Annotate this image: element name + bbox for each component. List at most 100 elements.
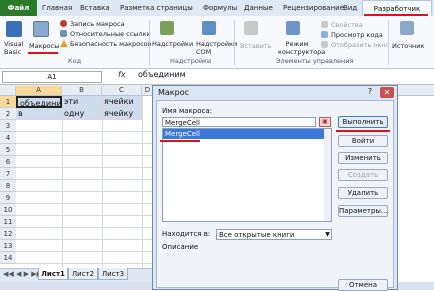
row-header[interactable]: 13 [0, 240, 16, 252]
addins-icon [160, 21, 174, 35]
insert-control-icon [244, 21, 258, 35]
source-icon [400, 21, 414, 35]
grid-row [16, 252, 152, 264]
macro-name-label: Имя макроса: [162, 107, 212, 115]
grid-row [16, 144, 152, 156]
list-scrollbar[interactable] [324, 129, 331, 221]
insert-control-button[interactable]: Вставить [240, 42, 271, 50]
row-header[interactable]: 11 [0, 216, 16, 228]
options-button[interactable]: Параметры... [338, 205, 388, 217]
row-header[interactable]: 9 [0, 192, 16, 204]
controls-group-label: Элементы управления [276, 57, 354, 65]
select-all-corner[interactable] [0, 86, 16, 95]
tab-page-layout[interactable]: Разметка страницы [120, 4, 193, 12]
com-addins-button[interactable]: Надстройки COM [196, 40, 237, 56]
row-header[interactable]: 5 [0, 144, 16, 156]
column-header-c[interactable]: C [102, 86, 142, 95]
tab-insert[interactable]: Вставка [80, 4, 110, 12]
chevron-down-icon[interactable]: ▼ [323, 230, 332, 239]
row-header[interactable]: 10 [0, 204, 16, 216]
grid-row [16, 156, 152, 168]
location-label: Находится в: [162, 230, 211, 238]
cell-b1[interactable]: эти [62, 96, 102, 108]
macros-button[interactable]: Макросы [29, 42, 59, 50]
create-button[interactable]: Создать [338, 169, 388, 181]
insert-function-icon[interactable]: fx [118, 70, 126, 79]
cell-a1[interactable]: объединим [16, 96, 62, 108]
grid-col-line [142, 96, 143, 268]
row-header[interactable]: 4 [0, 132, 16, 144]
cell-a2[interactable]: в [16, 108, 62, 120]
source-button[interactable]: Источник [392, 42, 424, 50]
run-dialog-button[interactable]: Отобразить окно [331, 41, 390, 49]
run-button[interactable]: Выполнить [338, 116, 388, 128]
cancel-button[interactable]: Отмена [338, 279, 388, 291]
step-into-button[interactable]: Войти [338, 135, 388, 147]
collapse-dialog-icon[interactable]: ▣ [319, 117, 331, 127]
code-group-label: Код [68, 57, 82, 65]
visual-basic-button[interactable]: Visual Basic [4, 40, 28, 56]
relative-refs-icon [60, 30, 67, 37]
row-header[interactable]: 3 [0, 120, 16, 132]
view-code-icon [321, 31, 328, 38]
row-header[interactable]: 1 [0, 96, 16, 108]
tab-home[interactable]: Главная [42, 4, 72, 12]
edit-button[interactable]: Изменить [338, 152, 388, 164]
macro-highlight-underline [160, 140, 200, 142]
addins-group-label: Надстройки [170, 57, 212, 65]
macro-security-button[interactable]: Безопасность макросов [70, 40, 151, 48]
grid-row [16, 204, 152, 216]
macros-highlight-underline [28, 52, 58, 54]
tab-file[interactable]: Файл [0, 0, 37, 16]
separator [388, 20, 389, 65]
grid-row [16, 192, 152, 204]
tab-formulas[interactable]: Формулы [203, 4, 237, 12]
formula-input[interactable]: объединим [138, 70, 186, 79]
run-dialog-icon [321, 41, 328, 48]
cell-b2[interactable]: одну [62, 108, 102, 120]
grid-row [16, 180, 152, 192]
close-button[interactable]: ✕ [380, 87, 394, 98]
design-mode-button[interactable]: Режим конструктора [278, 40, 325, 56]
cell-c1[interactable]: ячейки [102, 96, 142, 108]
row-header[interactable]: 6 [0, 156, 16, 168]
row-header[interactable]: 12 [0, 228, 16, 240]
sheet-tab-1[interactable]: Лист1 [38, 268, 68, 280]
cell-c2[interactable]: ячейку [102, 108, 142, 120]
tab-data[interactable]: Данные [244, 4, 273, 12]
location-select[interactable]: Все открытые книги [216, 229, 332, 240]
macro-name-input[interactable]: MergeCell [162, 117, 316, 127]
dialog-title: Макрос [158, 88, 190, 97]
description-label: Описание [162, 243, 199, 251]
separator [234, 20, 235, 65]
sheet-nav-icon[interactable]: ◀◀ ◀ ▶ ▶▶ [3, 270, 42, 278]
grid-row [16, 120, 152, 132]
row-header[interactable]: 14 [0, 252, 16, 264]
macro-list-item[interactable]: MergeCell [163, 129, 331, 139]
row-header[interactable]: 8 [0, 180, 16, 192]
record-macro-button[interactable]: Запись макроса [70, 20, 125, 28]
grid-row [16, 132, 152, 144]
column-header-a[interactable]: A [16, 86, 62, 95]
properties-icon [321, 21, 328, 28]
addins-button[interactable]: Надстройки [152, 40, 193, 48]
design-mode-icon [286, 21, 300, 35]
sheet-tab-2[interactable]: Лист2 [68, 268, 98, 280]
name-box[interactable]: A1 [2, 71, 102, 83]
tab-view[interactable]: Вид [343, 4, 357, 12]
view-code-button[interactable]: Просмотр кода [331, 31, 383, 39]
grid-row [16, 228, 152, 240]
tab-review[interactable]: Рецензирование [283, 4, 344, 12]
delete-button[interactable]: Удалить [338, 187, 388, 199]
sheet-tab-3[interactable]: Лист3 [98, 268, 128, 280]
row-header[interactable]: 2 [0, 108, 16, 120]
relative-refs-button[interactable]: Относительные ссылки [70, 30, 151, 38]
grid-col-line [62, 96, 63, 268]
run-highlight-underline [336, 130, 390, 132]
properties-button[interactable]: Свойства [331, 21, 363, 29]
column-header-b[interactable]: B [62, 86, 102, 95]
row-header[interactable]: 7 [0, 168, 16, 180]
macro-list[interactable] [162, 128, 332, 222]
help-icon[interactable]: ? [363, 87, 377, 98]
record-icon [60, 20, 67, 27]
